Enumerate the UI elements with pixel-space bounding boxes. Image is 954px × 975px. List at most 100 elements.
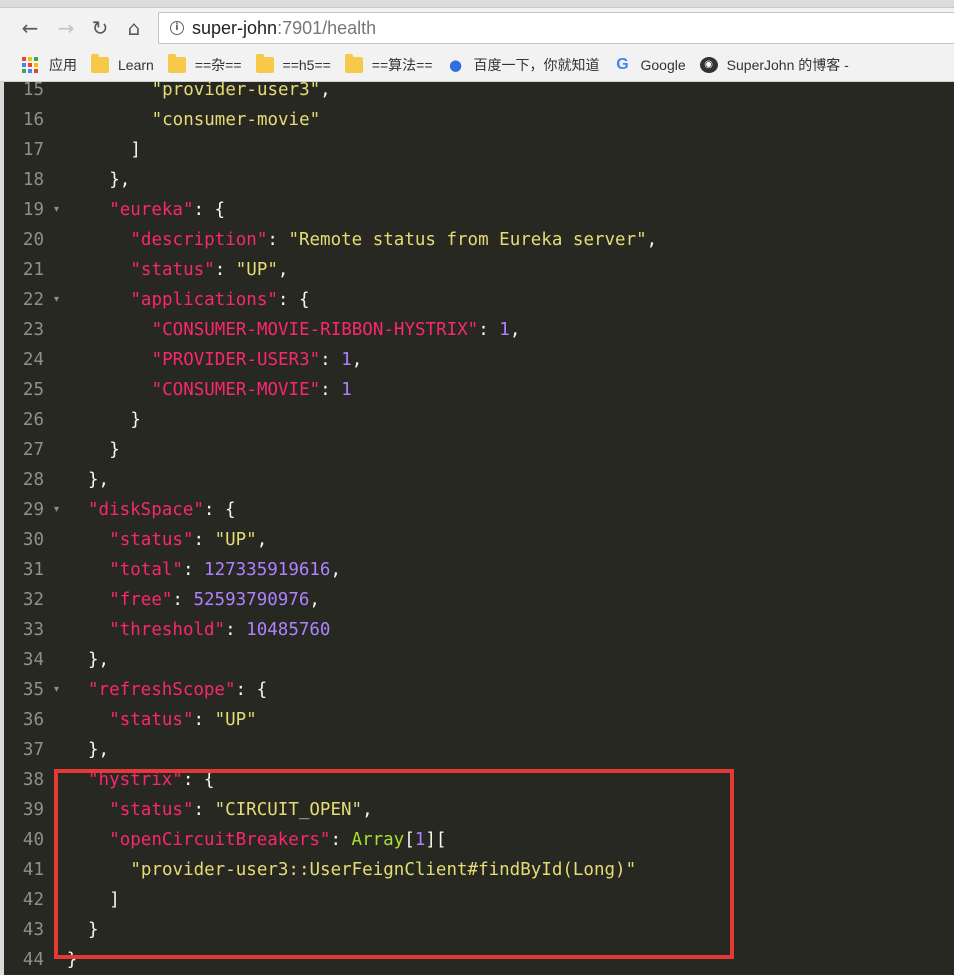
line-number: 20 (22, 230, 44, 250)
bookmark-label: SuperJohn 的博客 - (726, 56, 849, 73)
json-punctuation: , (277, 260, 289, 280)
line-number: 34 (22, 650, 44, 670)
json-punctuation: : (320, 350, 342, 370)
code-line: 34}, (4, 645, 954, 675)
line-number: 35 (22, 680, 44, 700)
code-text: "applications": { (130, 285, 309, 315)
bookmark-h5[interactable]: ==h5== (255, 53, 331, 73)
code-line: 39 "status": "CIRCUIT_OPEN", (4, 795, 954, 825)
code-line: 40 "openCircuitBreakers": Array[1][ (4, 825, 954, 855)
code-line: 16 "consumer-movie" (4, 105, 954, 135)
json-punctuation: : (320, 380, 342, 400)
line-number: 41 (22, 860, 44, 880)
json-punctuation: : (193, 710, 215, 730)
code-line: 37}, (4, 735, 954, 765)
json-punctuation: : (267, 230, 289, 250)
bookmark-apps[interactable]: 应用 (22, 55, 77, 75)
json-key: "description" (130, 230, 268, 250)
fold-toggle-icon[interactable]: ▾ (54, 675, 59, 705)
json-punctuation: : (172, 590, 194, 610)
code-text: "threshold": 10485760 (109, 615, 330, 645)
code-line: 23 "CONSUMER-MOVIE-RIBBON-HYSTRIX": 1, (4, 315, 954, 345)
line-number: 37 (22, 740, 44, 760)
fold-toggle-icon[interactable]: ▾ (54, 495, 59, 525)
json-punctuation: , (351, 350, 363, 370)
json-key: "threshold" (109, 620, 226, 640)
bookmark-google[interactable]: G Google (614, 56, 685, 73)
back-arrow-icon[interactable]: ← (18, 16, 42, 40)
info-icon[interactable]: i (170, 21, 184, 35)
code-text: "CONSUMER-MOVIE-RIBBON-HYSTRIX": 1, (152, 315, 521, 345)
bookmark-superjohn-blog[interactable]: ◉ SuperJohn 的博客 - (699, 55, 849, 75)
json-string: "provider-user3" (151, 82, 321, 100)
json-number: 10485760 (246, 620, 331, 640)
json-punctuation: }, (88, 740, 110, 760)
line-number: 42 (22, 890, 44, 910)
code-line: 36 "status": "UP" (4, 705, 954, 735)
home-icon[interactable]: ⌂ (122, 16, 146, 40)
code-line: 42] (4, 885, 954, 915)
line-number: 23 (22, 320, 44, 340)
bookmark-misc[interactable]: ==杂== (167, 53, 242, 75)
json-punctuation: : { (182, 770, 215, 790)
bookmark-learn[interactable]: Learn (91, 53, 154, 73)
code-line: 27} (4, 435, 954, 465)
json-punctuation: ][ (425, 830, 447, 850)
json-punctuation: : { (235, 680, 268, 700)
line-number: 17 (22, 140, 44, 160)
code-text: "free": 52593790976, (109, 585, 320, 615)
json-punctuation: : (330, 830, 352, 850)
bookmark-label: ==算法== (371, 56, 433, 73)
bookmark-baidu[interactable]: ● 百度一下，你就知道 (447, 55, 600, 75)
json-number: 52593790976 (193, 590, 310, 610)
json-number: 127335919616 (204, 560, 331, 580)
json-punctuation: }, (109, 170, 131, 190)
bookmark-algorithm[interactable]: ==算法== (344, 53, 433, 75)
fold-toggle-icon[interactable]: ▾ (54, 195, 59, 225)
fold-toggle-icon[interactable]: ▾ (54, 285, 59, 315)
reload-icon[interactable]: ↻ (88, 16, 112, 40)
address-bar[interactable]: i super-john:7901/health (158, 12, 954, 44)
code-line: 17] (4, 135, 954, 165)
code-text: "status": "UP", (109, 525, 267, 555)
json-punctuation: , (320, 82, 331, 100)
code-text: "PROVIDER-USER3": 1, (152, 345, 363, 375)
forward-arrow-icon[interactable]: → (54, 16, 78, 40)
url-text[interactable]: super-john:7901/health (192, 18, 376, 39)
code-line: 30 "status": "UP", (4, 525, 954, 555)
github-icon: ◉ (699, 56, 718, 73)
json-punctuation: , (309, 590, 320, 610)
json-punctuation: : { (277, 290, 310, 310)
json-string: "Remote status from Eureka server" (288, 230, 647, 250)
json-key: "status" (130, 260, 215, 280)
code-line: 15 "provider-user3", (4, 82, 954, 105)
code-line: 25 "CONSUMER-MOVIE": 1 (4, 375, 954, 405)
line-number: 33 (22, 620, 44, 640)
code-text: "provider-user3", (152, 82, 331, 105)
line-number: 27 (22, 440, 44, 460)
json-number: 1 (499, 320, 510, 340)
bookmark-label: ==h5== (282, 56, 331, 73)
json-punctuation: [ (404, 830, 415, 850)
line-number: 31 (22, 560, 44, 580)
code-line: 31 "total": 127335919616, (4, 555, 954, 585)
json-key: "refreshScope" (88, 680, 236, 700)
json-number: 1 (414, 830, 426, 850)
line-number: 30 (22, 530, 44, 550)
code-text: }, (109, 165, 130, 195)
json-punctuation: : { (193, 200, 226, 220)
json-string: "UP" (214, 530, 257, 550)
json-punctuation: : (182, 560, 205, 580)
line-number: 19 (22, 200, 44, 220)
code-text: "refreshScope": { (88, 675, 267, 705)
json-key: "total" (109, 560, 183, 580)
json-key: "eureka" (109, 200, 194, 220)
json-punctuation: } (109, 440, 120, 460)
code-line: 28}, (4, 465, 954, 495)
json-key: "status" (109, 710, 194, 730)
code-text: "description": "Remote status from Eurek… (130, 225, 657, 255)
code-text: }, (88, 735, 109, 765)
code-line: 24 "PROVIDER-USER3": 1, (4, 345, 954, 375)
json-key: "free" (109, 590, 173, 610)
json-type: Array (351, 830, 405, 850)
